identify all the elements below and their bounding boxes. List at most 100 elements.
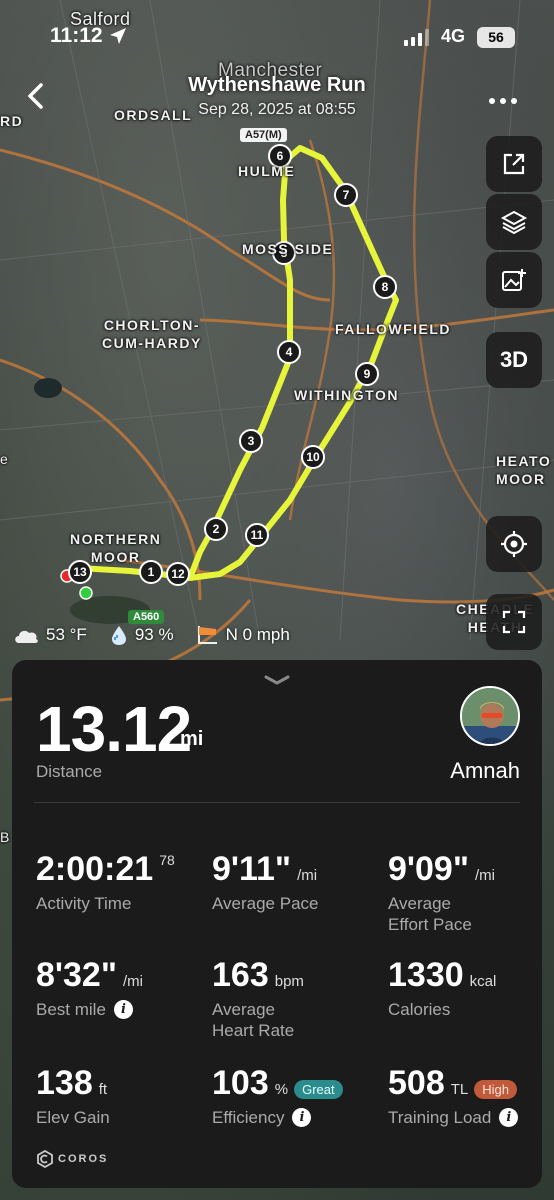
effort-pace-label: Average Effort Pace bbox=[388, 894, 472, 934]
road-badge-a560: A560 bbox=[128, 610, 165, 624]
stat-efficiency: 103% Great Efficiency i bbox=[212, 1064, 343, 1128]
stat-average-pace: 9'11" /mi Average Pace bbox=[212, 850, 318, 914]
activity-summary-panel: 13.12 mi Distance Amnah 2:00:21 78 Activi… bbox=[12, 660, 542, 1188]
temperature-value: 53 °F bbox=[46, 625, 87, 644]
battery-icon: 56 bbox=[477, 27, 515, 48]
efficiency-unit: % bbox=[274, 1081, 289, 1098]
effort-pace-unit: /mi bbox=[474, 867, 495, 884]
humidity-drop-icon bbox=[111, 626, 126, 645]
map-layers-button[interactable] bbox=[486, 194, 542, 250]
wind-flag-icon bbox=[197, 626, 217, 644]
average-pace-label: Average Pace bbox=[212, 894, 319, 913]
signal-icon bbox=[404, 28, 429, 46]
mile-marker-9: 9 bbox=[355, 362, 379, 386]
fullscreen-button[interactable] bbox=[486, 594, 542, 650]
activity-time-label: Activity Time bbox=[36, 894, 132, 913]
calories-unit: kcal bbox=[469, 973, 497, 990]
humidity-value: 93 % bbox=[134, 625, 174, 644]
distance-label: Distance bbox=[36, 762, 103, 781]
3d-view-button[interactable]: 3D bbox=[486, 332, 542, 388]
wind-value: N 0 mph bbox=[225, 625, 290, 644]
stat-calories: 1330 kcal Calories bbox=[388, 956, 496, 1020]
cloud-icon bbox=[15, 630, 38, 643]
mile-marker-11: 11 bbox=[245, 523, 269, 547]
place-fallowfield: FALLOWFIELD bbox=[335, 321, 452, 337]
heart-rate-label: Average Heart Rate bbox=[212, 1000, 295, 1040]
heart-rate-unit: bpm bbox=[274, 973, 304, 990]
calories-label: Calories bbox=[388, 1000, 451, 1019]
stat-training-load: 508 TL High Training Load i bbox=[388, 1064, 519, 1128]
coros-logo: COROS bbox=[36, 1150, 108, 1168]
average-pace-value: 9'11" bbox=[212, 850, 292, 888]
place-hulme: HULME bbox=[238, 163, 296, 179]
info-icon[interactable]: i bbox=[499, 1108, 519, 1127]
mile-marker-12: 12 bbox=[166, 562, 190, 586]
place-moss-side: MOSS SIDE bbox=[242, 241, 334, 257]
efficiency-value: 103 bbox=[212, 1064, 269, 1102]
heart-rate-value: 163 bbox=[212, 956, 269, 994]
average-pace-unit: /mi bbox=[297, 867, 318, 884]
weather-bar: 53 °F 93 % N 0 mph bbox=[12, 624, 312, 646]
place-chorlton: CHORLTON- CUM-HARDY bbox=[102, 317, 202, 351]
training-load-unit: TL bbox=[450, 1081, 469, 1098]
share-icon bbox=[503, 153, 525, 175]
activity-time-value: 2:00:21 bbox=[36, 850, 154, 888]
training-load-badge: High bbox=[474, 1080, 517, 1100]
road-badge-a57m: A57(M) bbox=[240, 128, 287, 142]
stat-activity-time: 2:00:21 78 Activity Time bbox=[36, 850, 175, 914]
weather-humidity: 93 % bbox=[109, 624, 174, 646]
activity-datetime: Sep 28, 2025 at 08:55 bbox=[198, 101, 356, 118]
elev-gain-value: 138 bbox=[36, 1064, 93, 1102]
start-marker bbox=[79, 586, 93, 600]
best-mile-unit: /mi bbox=[122, 973, 143, 990]
expand-icon bbox=[502, 610, 526, 634]
network-type: 4G bbox=[441, 26, 466, 46]
weather-wind: N 0 mph bbox=[196, 624, 290, 646]
mile-marker-8: 8 bbox=[373, 275, 397, 299]
place-heaton-moor: HEATO MOOR bbox=[496, 453, 552, 487]
status-bar: 11:12 4G 56 bbox=[0, 24, 554, 54]
training-load-value: 508 bbox=[388, 1064, 445, 1102]
weather-temp: 53 °F bbox=[12, 625, 87, 645]
mile-marker-4: 4 bbox=[277, 340, 301, 364]
place-northern-moor: NORTHERN MOOR bbox=[70, 531, 162, 565]
locate-icon bbox=[501, 531, 527, 557]
place-edge-b: B bbox=[0, 829, 11, 845]
distance-value: 13.12 bbox=[36, 693, 192, 765]
divider bbox=[34, 802, 520, 803]
recenter-button[interactable] bbox=[486, 516, 542, 572]
efficiency-label: Efficiency bbox=[212, 1108, 285, 1127]
image-add-icon bbox=[502, 269, 526, 291]
ellipsis-icon bbox=[489, 98, 517, 104]
mile-marker-7: 7 bbox=[334, 183, 358, 207]
activity-time-hundredths: 78 bbox=[159, 852, 175, 868]
drag-handle[interactable] bbox=[264, 672, 290, 685]
user-name: Amnah bbox=[450, 758, 520, 783]
location-arrow-icon bbox=[108, 26, 128, 51]
calories-value: 1330 bbox=[388, 956, 464, 994]
more-options-button[interactable] bbox=[488, 84, 518, 112]
elev-gain-label: Elev Gain bbox=[36, 1108, 110, 1127]
info-icon[interactable]: i bbox=[292, 1108, 312, 1127]
stat-heart-rate: 163 bpm Average Heart Rate bbox=[212, 956, 304, 1041]
training-load-label: Training Load bbox=[388, 1108, 492, 1127]
stat-elev-gain: 138 ft Elev Gain bbox=[36, 1064, 110, 1128]
share-button[interactable] bbox=[486, 136, 542, 192]
layers-icon bbox=[500, 210, 528, 235]
info-icon[interactable]: i bbox=[113, 1000, 133, 1019]
best-mile-value: 8'32" bbox=[36, 956, 117, 994]
efficiency-badge: Great bbox=[294, 1080, 343, 1100]
add-photo-button[interactable] bbox=[486, 252, 542, 308]
distance-unit: mi bbox=[180, 728, 204, 750]
effort-pace-value: 9'09" bbox=[388, 850, 469, 888]
status-time: 11:12 bbox=[50, 24, 103, 47]
place-withington: WITHINGTON bbox=[294, 387, 399, 403]
mile-marker-10: 10 bbox=[301, 445, 325, 469]
place-edge-e: e bbox=[0, 451, 10, 467]
elev-gain-unit: ft bbox=[98, 1081, 108, 1098]
coros-hexagon-icon bbox=[37, 1150, 53, 1168]
avatar[interactable] bbox=[460, 686, 520, 746]
mile-marker-3: 3 bbox=[239, 429, 263, 453]
stat-best-mile: 8'32" /mi Best mile i bbox=[36, 956, 143, 1020]
activity-title: Wythenshawe Run bbox=[188, 74, 366, 96]
